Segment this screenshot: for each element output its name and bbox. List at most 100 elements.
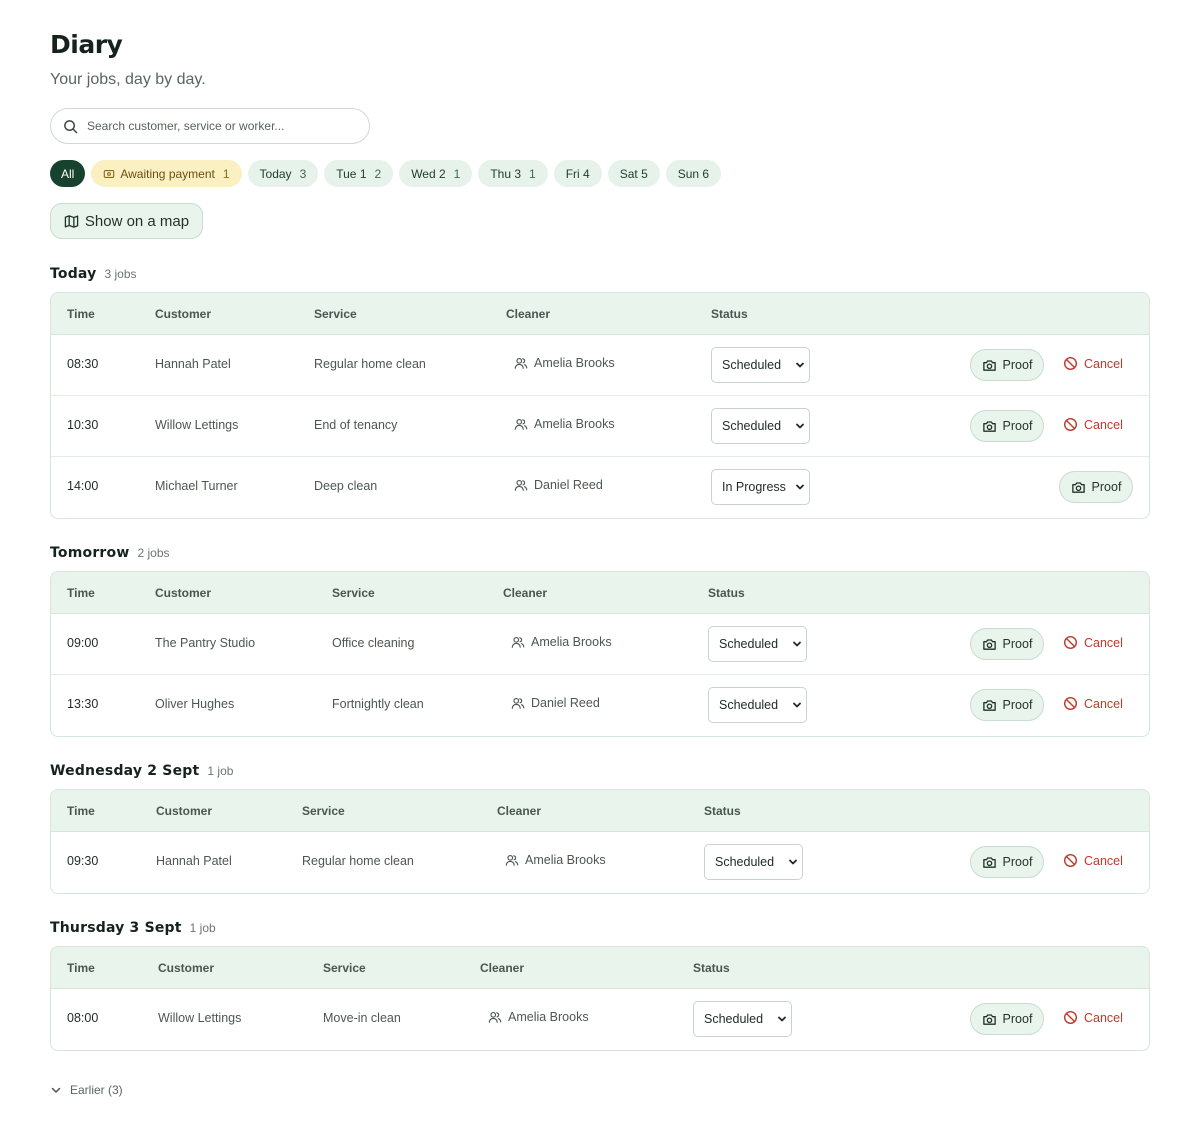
job-service: Deep clean	[314, 479, 378, 493]
jobs-table: Time Customer Service Cleaner Status 08:30 Han…	[50, 292, 1150, 519]
job-customer: Oliver Hughes	[155, 697, 235, 711]
filter-chip[interactable]: Sat 5	[607, 160, 660, 187]
filter-chip[interactable]: All	[50, 160, 86, 187]
jobs-table: Time Customer Service Cleaner Status 09:00 The…	[50, 571, 1150, 737]
cancel-icon	[1063, 1010, 1078, 1025]
filter-chip[interactable]: Sun 6	[665, 160, 722, 187]
search-input[interactable]	[87, 119, 347, 133]
cancel-icon	[1063, 635, 1078, 650]
column-header-service: Service	[332, 586, 375, 600]
status-select[interactable]: ScheduledIn ProgressCompletedCancelled	[711, 347, 810, 383]
proof-button[interactable]: Proof	[970, 349, 1044, 381]
earlier-toggle[interactable]: Earlier (3)	[50, 1083, 123, 1097]
section-header: Today 3 jobs	[50, 266, 137, 282]
column-header-customer: Customer	[155, 307, 212, 321]
job-customer: Hannah Patel	[156, 854, 232, 868]
cancel-button[interactable]: Cancel	[1063, 417, 1123, 432]
section-header: Thursday 3 Sept 1 job	[50, 920, 216, 936]
cancel-button[interactable]: Cancel	[1063, 853, 1123, 868]
cancel-label: Cancel	[1084, 417, 1123, 432]
column-header-cleaner: Cleaner	[480, 961, 525, 975]
filter-chip-label: Tue 1	[336, 166, 367, 181]
job-cleaner: Daniel Reed	[511, 696, 600, 710]
proof-label: Proof	[1002, 419, 1033, 433]
table-row: 08:00 Willow Lettings Move-in clean Amelia …	[51, 989, 1149, 1050]
camera-icon	[982, 699, 996, 711]
column-header-time: Time	[67, 307, 95, 321]
filter-chips: All Awaiting payment 1 Today 3 Tue 1 2 Wed 2 1 Th…	[50, 160, 722, 187]
users-icon	[511, 636, 525, 648]
job-customer: Willow Lettings	[158, 1011, 242, 1025]
proof-button[interactable]: Proof	[970, 628, 1044, 660]
job-time: 10:30	[67, 418, 99, 432]
camera-icon	[982, 359, 996, 371]
proof-button[interactable]: Proof	[970, 846, 1044, 878]
cancel-label: Cancel	[1084, 356, 1123, 371]
section-job-count: 1 job	[189, 921, 216, 935]
column-header-time: Time	[67, 804, 95, 818]
cleaner-name: Daniel Reed	[534, 478, 603, 492]
cleaner-name: Amelia Brooks	[534, 417, 615, 431]
filter-chip-label: Wed 2	[411, 166, 446, 181]
column-header-time: Time	[67, 586, 95, 600]
proof-button[interactable]: Proof	[1059, 471, 1133, 503]
column-header-cleaner: Cleaner	[497, 804, 542, 818]
users-icon	[511, 697, 525, 709]
proof-label: Proof	[1002, 1012, 1033, 1026]
job-time: 08:30	[67, 357, 99, 371]
table-row: 09:30 Hannah Patel Regular home clean Ameli…	[51, 832, 1149, 893]
show-map-button[interactable]: Show on a map	[50, 203, 203, 239]
cancel-button[interactable]: Cancel	[1063, 696, 1123, 711]
cancel-button[interactable]: Cancel	[1063, 1010, 1123, 1025]
status-select[interactable]: ScheduledIn ProgressCompletedCancelled	[711, 408, 810, 444]
job-service: Move-in clean	[323, 1011, 401, 1025]
column-header-cleaner: Cleaner	[503, 586, 548, 600]
proof-button[interactable]: Proof	[970, 410, 1044, 442]
status-select[interactable]: ScheduledIn ProgressCompletedCancelled	[711, 469, 810, 505]
column-header-customer: Customer	[158, 961, 215, 975]
proof-label: Proof	[1002, 358, 1033, 372]
filter-chip-label: Sat 5	[619, 166, 648, 181]
cleaner-name: Amelia Brooks	[531, 635, 612, 649]
filter-chip[interactable]: Awaiting payment 1	[91, 160, 242, 187]
filter-chip[interactable]: Today 3	[247, 160, 319, 187]
status-select[interactable]: ScheduledIn ProgressCompletedCancelled	[704, 844, 803, 880]
job-service: End of tenancy	[314, 418, 398, 432]
proof-button[interactable]: Proof	[970, 1003, 1044, 1035]
job-service: Fortnightly clean	[332, 697, 424, 711]
filter-chip[interactable]: Wed 2 1	[399, 160, 473, 187]
filter-chip[interactable]: Thu 3 1	[478, 160, 548, 187]
users-icon	[514, 479, 528, 491]
cancel-button[interactable]: Cancel	[1063, 635, 1123, 650]
filter-chip-count: 1	[529, 166, 536, 181]
filter-chip-label: Sun 6	[677, 166, 710, 181]
proof-label: Proof	[1091, 480, 1122, 494]
cancel-label: Cancel	[1084, 1010, 1123, 1025]
proof-button[interactable]: Proof	[970, 689, 1044, 721]
job-time: 09:00	[67, 636, 99, 650]
cancel-icon	[1063, 356, 1078, 371]
status-select[interactable]: ScheduledIn ProgressCompletedCancelled	[708, 687, 807, 723]
job-service: Office cleaning	[332, 636, 415, 650]
section-job-count: 3 jobs	[104, 267, 137, 281]
jobs-table: Time Customer Service Cleaner Status 09:30 Han…	[50, 789, 1150, 894]
job-cleaner: Amelia Brooks	[505, 853, 606, 867]
earlier-label: Earlier (3)	[70, 1083, 123, 1097]
job-time: 14:00	[67, 479, 99, 493]
table-row: 09:00 The Pantry Studio Office cleaning Ame…	[51, 614, 1149, 675]
search-icon	[64, 119, 78, 133]
status-select[interactable]: ScheduledIn ProgressCompletedCancelled	[693, 1001, 792, 1037]
cancel-button[interactable]: Cancel	[1063, 356, 1123, 371]
table-header: Time Customer Service Cleaner Status	[51, 947, 1149, 989]
job-service: Regular home clean	[314, 357, 426, 371]
cleaner-name: Amelia Brooks	[534, 356, 615, 370]
job-time: 08:00	[67, 1011, 99, 1025]
filter-chip[interactable]: Fri 4	[553, 160, 602, 187]
cleaner-name: Daniel Reed	[531, 696, 600, 710]
filter-chip[interactable]: Tue 1 2	[324, 160, 394, 187]
cancel-label: Cancel	[1084, 853, 1123, 868]
table-row: 14:00 Michael Turner Deep clean Daniel Reed…	[51, 457, 1149, 518]
search-box[interactable]	[50, 108, 370, 144]
users-icon	[488, 1011, 502, 1023]
status-select[interactable]: ScheduledIn ProgressCompletedCancelled	[708, 626, 807, 662]
